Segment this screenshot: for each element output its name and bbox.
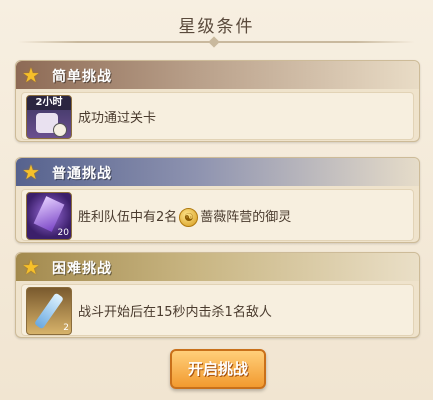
condition-text: 战斗开始后在15秒内击杀1名敌人 <box>78 305 272 320</box>
condition-text: 胜利队伍中有2名 ☯ 蔷薇阵营的御灵 <box>78 208 292 227</box>
faction-coin-icon: ☯ <box>179 208 199 227</box>
time-potion-icon[interactable]: 2小时 <box>26 95 72 139</box>
challenge-card-hard: ★ 困难挑战 2 战斗开始后在15秒内击杀1名敌人 <box>15 252 420 338</box>
blade-shard-icon[interactable]: 2 <box>26 287 72 335</box>
star-icon: ★ <box>22 160 40 184</box>
star-icon: ★ <box>22 255 40 279</box>
clock-icon <box>53 123 67 137</box>
card-title: 困难挑战 <box>52 261 112 277</box>
duration-badge: 2小时 <box>27 96 71 110</box>
card-header: ★ 简单挑战 <box>16 61 419 89</box>
title-divider <box>18 41 415 43</box>
challenge-card-normal: ★ 普通挑战 20 胜利队伍中有2名 ☯ 蔷薇阵营的御灵 <box>15 157 420 243</box>
card-body: 2小时 成功通过关卡 <box>21 92 414 140</box>
card-title: 简单挑战 <box>52 69 112 85</box>
challenge-card-easy: ★ 简单挑战 2小时 成功通过关卡 <box>15 60 420 142</box>
star-conditions-panel: 星级条件 ★ 简单挑战 2小时 成功通过关卡 ★ 普通挑战 20 胜利队伍中有2… <box>0 0 433 400</box>
star-icon: ★ <box>22 63 40 87</box>
item-count: 20 <box>57 228 69 238</box>
item-count: 2 <box>63 323 69 333</box>
purple-crystal-icon[interactable]: 20 <box>26 192 72 240</box>
card-title: 普通挑战 <box>52 166 112 182</box>
card-header: ★ 困难挑战 <box>16 253 419 281</box>
panel-title: 星级条件 <box>178 17 255 37</box>
card-body: 20 胜利队伍中有2名 ☯ 蔷薇阵营的御灵 <box>21 189 414 241</box>
card-header: ★ 普通挑战 <box>16 158 419 186</box>
start-challenge-button[interactable]: 开启挑战 <box>170 349 266 389</box>
condition-text: 成功通过关卡 <box>78 111 157 126</box>
card-body: 2 战斗开始后在15秒内击杀1名敌人 <box>21 284 414 336</box>
